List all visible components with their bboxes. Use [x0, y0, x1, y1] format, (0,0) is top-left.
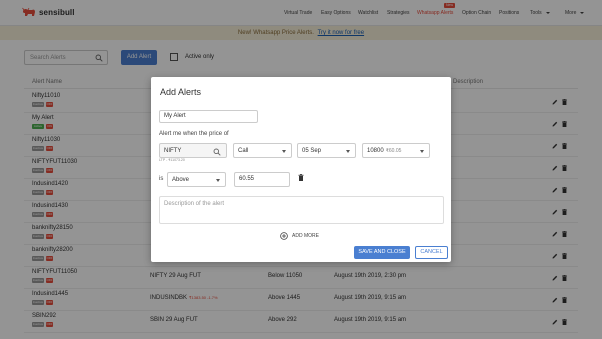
modal-title: Add Alerts	[160, 87, 202, 97]
strike-value: 10800 ₹60.05	[367, 148, 401, 154]
price-value-input[interactable]: 60.55	[234, 172, 290, 187]
save-and-close-button[interactable]: SAVE AND CLOSE	[354, 246, 410, 259]
instrument-value: NIFTY	[164, 148, 182, 154]
chevron-down-icon	[420, 150, 424, 153]
cancel-button[interactable]: CANCEL	[415, 246, 448, 259]
instrument-search-input[interactable]: NIFTY	[159, 143, 227, 158]
trash-icon[interactable]	[298, 174, 304, 181]
description-placeholder: Description of the alert	[164, 201, 225, 207]
condition-select[interactable]: Above	[167, 172, 226, 187]
strike-number: 10800	[367, 148, 384, 154]
add-more-button[interactable]: ADD MORE	[280, 232, 319, 240]
alert-name-input[interactable]: My Alert	[159, 110, 258, 123]
search-icon	[213, 148, 221, 156]
price-label: Alert me when the price of	[159, 131, 229, 137]
strike-select[interactable]: 10800 ₹60.05	[362, 143, 430, 158]
chevron-down-icon	[216, 179, 220, 182]
is-label: is	[159, 176, 164, 182]
instrument-ltp: LTP - ₹11073.20	[159, 158, 185, 162]
chevron-down-icon	[282, 150, 286, 153]
option-type-select[interactable]: Call	[233, 143, 292, 158]
add-alert-modal: Add Alerts My Alert Alert me when the pr…	[151, 77, 451, 262]
strike-price: ₹60.05	[385, 148, 402, 154]
description-textarea[interactable]: Description of the alert	[159, 196, 444, 224]
chevron-down-icon	[346, 150, 350, 153]
add-circle-icon	[280, 232, 288, 240]
expiry-value: 05 Sep	[302, 148, 322, 154]
option-type-value: Call	[238, 148, 249, 154]
expiry-select[interactable]: 05 Sep	[297, 143, 356, 158]
condition-value: Above	[172, 177, 190, 183]
add-more-label: ADD MORE	[292, 233, 319, 239]
